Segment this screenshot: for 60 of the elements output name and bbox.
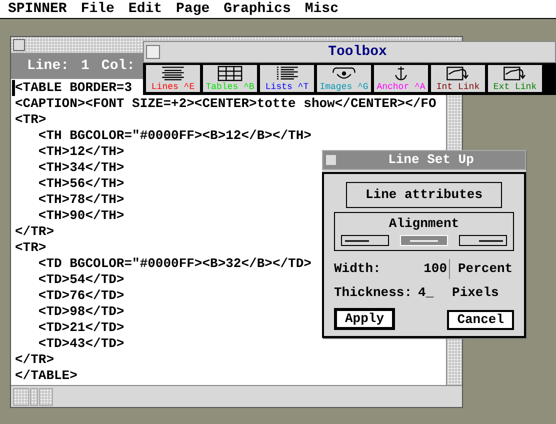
line-alignment-icon: [479, 240, 503, 242]
code-line: <TD>76</TD>: [37, 288, 124, 304]
code-line: <CAPTION><FONT SIZE=+2><CENTER>totte show</CENTER></FO: [14, 96, 436, 112]
tool-label: Anchor ^A: [376, 83, 426, 92]
tool-label: Images ^G: [320, 83, 368, 92]
tool-button[interactable]: Int Link: [431, 65, 485, 92]
code-line: </TR>: [14, 352, 54, 368]
line-number: 1: [81, 57, 90, 76]
menu-item[interactable]: Edit: [128, 2, 162, 16]
tool-label: Lists ^T: [265, 83, 309, 92]
thickness-field[interactable]: 4_: [418, 282, 448, 302]
line-label: Line:: [27, 57, 70, 76]
line-alignment-icon: [345, 240, 369, 242]
thickness-label: Thickness:: [334, 284, 412, 302]
dialog-button[interactable]: Apply: [334, 308, 396, 330]
width-unit: Percent: [458, 260, 513, 278]
code-line: <TH>12</TH>: [37, 144, 124, 160]
tool-button[interactable]: Ext Link: [488, 65, 542, 92]
width-field[interactable]: 100: [404, 259, 450, 278]
group-label: Alignment: [388, 214, 460, 232]
code-line: <TH>90</TH>: [37, 208, 124, 224]
close-box-icon[interactable]: [13, 39, 25, 51]
alignment-option[interactable]: [459, 235, 507, 246]
menu-item[interactable]: Misc: [304, 2, 338, 16]
code-line: <TD>98</TD>: [37, 304, 124, 320]
tool-label: Tables ^B: [206, 83, 254, 92]
code-line: <TH>34</TH>: [37, 160, 124, 176]
menu-item[interactable]: File: [80, 2, 114, 16]
dialog-button[interactable]: Cancel: [447, 310, 514, 330]
code-line: <TH>56</TH>: [37, 176, 124, 192]
code-line: </TABLE>: [14, 368, 78, 384]
code-line: <TD BGCOLOR="#0000FF><B>32</B></TD>: [37, 256, 312, 272]
code-line: <TABLE BORDER=3: [12, 80, 132, 96]
code-line: <TR>: [14, 112, 46, 128]
scroll-thumb[interactable]: [30, 388, 38, 406]
window-title: Toolbox: [327, 42, 388, 62]
width-label: Width:: [334, 260, 382, 278]
tool-label: Int Link: [436, 83, 480, 92]
line-alignment-icon: [410, 240, 438, 242]
close-box-icon[interactable]: [146, 45, 160, 59]
code-line: <TH>78</TH>: [37, 192, 124, 208]
alignment-option[interactable]: [341, 235, 389, 246]
code-line: </TR>: [14, 224, 54, 240]
column-label: Col:: [101, 57, 136, 76]
window-title: Line Set Up: [387, 151, 475, 170]
code-line: <TD>54</TD>: [37, 272, 124, 288]
tool-label: Ext Link: [493, 83, 537, 92]
code-line: <TR>: [14, 240, 46, 256]
tool-button[interactable]: Lists ^T: [260, 65, 314, 92]
menu-item[interactable]: Graphics: [224, 2, 291, 16]
horizontal-scrollbar[interactable]: [11, 385, 462, 407]
menu-item[interactable]: Page: [176, 2, 210, 16]
section-heading: Line attributes: [346, 182, 502, 208]
code-line: <TD>21</TD>: [37, 320, 124, 336]
menu-item[interactable]: SPINNER: [8, 2, 67, 16]
code-line: <TH BGCOLOR="#0000FF><B>12</B></TH>: [37, 128, 312, 144]
code-line: <TD>43</TD>: [37, 336, 124, 352]
tool-label: Lines ^E: [151, 83, 195, 92]
thickness-unit: Pixels: [452, 284, 499, 302]
close-box-icon[interactable]: [325, 154, 337, 166]
